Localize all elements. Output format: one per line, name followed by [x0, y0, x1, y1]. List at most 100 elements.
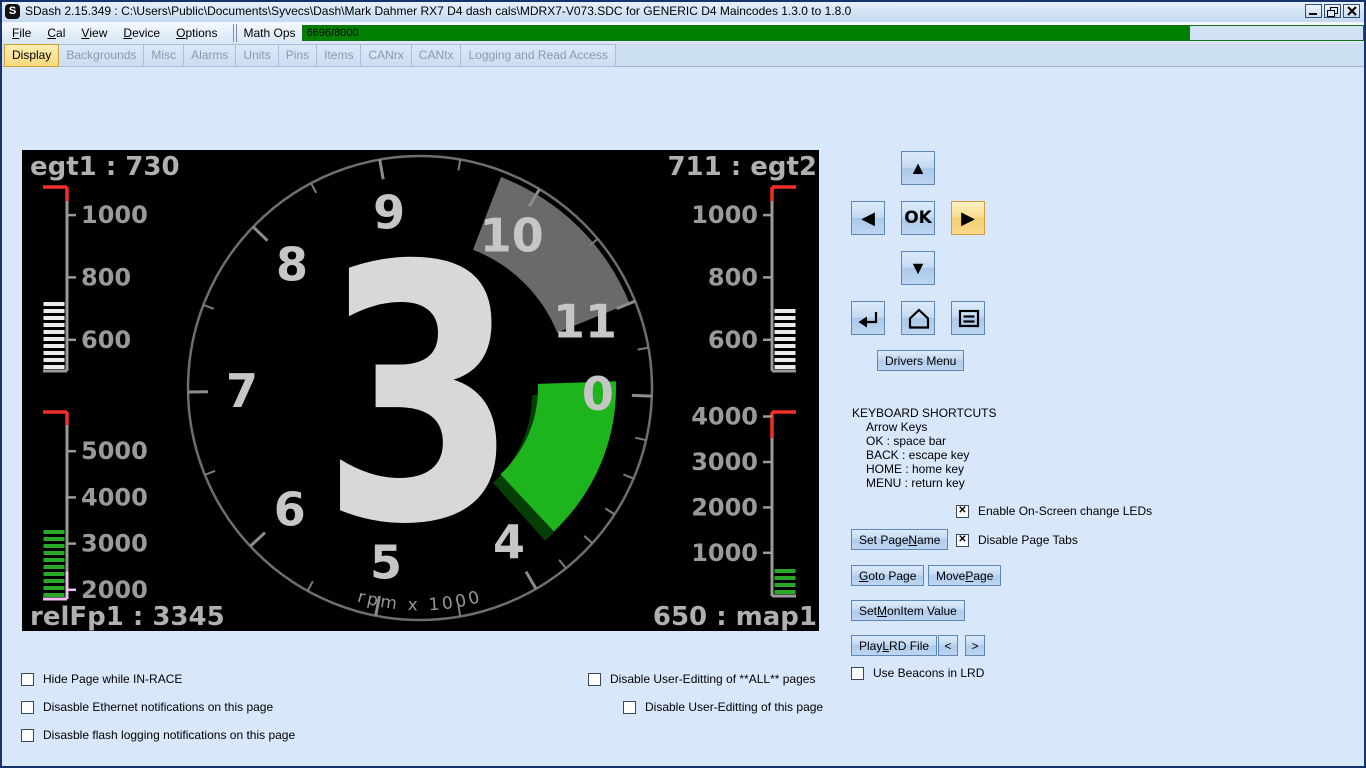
svg-text:3000: 3000 [81, 530, 148, 558]
tab-strip: Display Backgrounds Misc Alarms Units Pi… [0, 44, 1366, 67]
move-page-button[interactable]: Move Page [928, 565, 1001, 586]
nav-home-button[interactable] [901, 301, 935, 335]
nav-back-button[interactable] [851, 301, 885, 335]
left-arrow-icon: ◀ [861, 208, 875, 229]
svg-text:7: 7 [226, 364, 258, 418]
svg-text:3: 3 [321, 192, 519, 602]
svg-text:600: 600 [81, 326, 131, 354]
nav-ok-button[interactable]: OK [901, 201, 935, 235]
lrd-next-button[interactable]: > [965, 635, 985, 656]
menu-options[interactable]: Options [168, 23, 225, 43]
svg-text:600: 600 [708, 326, 758, 354]
down-arrow-icon: ▼ [909, 258, 927, 279]
close-icon [1346, 6, 1358, 16]
math-ops-progress: 6696/8000 [302, 25, 1365, 41]
svg-text:0: 0 [582, 367, 614, 421]
play-lrd-file-button[interactable]: Play LRD File [851, 635, 937, 656]
shortcuts-title: KEYBOARD SHORTCUTS [852, 406, 996, 420]
option-disable-user-editing-all-pages: Disable User-Editting of **ALL** pages [588, 672, 815, 686]
tab-units[interactable]: Units [236, 44, 278, 67]
shortcut-line: Arrow Keys [852, 420, 996, 434]
tab-canrx[interactable]: CANrx [361, 44, 411, 67]
checkbox-disable-user-editing-all-pages[interactable] [588, 673, 601, 686]
drivers-menu-button[interactable]: Drivers Menu [877, 350, 964, 371]
tab-cantx[interactable]: CANtx [412, 44, 462, 67]
minimize-button[interactable] [1305, 4, 1322, 18]
nav-up-button[interactable]: ▲ [901, 151, 935, 185]
checkbox-disable-ethernet-notifications[interactable] [21, 701, 34, 714]
svg-text:11: 11 [553, 294, 617, 348]
svg-text:4000: 4000 [691, 403, 758, 431]
svg-text:1000: 1000 [691, 201, 758, 229]
restore-button[interactable] [1324, 4, 1341, 18]
checkbox-use-beacons-lrd[interactable] [851, 667, 864, 680]
svg-text:3000: 3000 [691, 448, 758, 476]
menu-separator [233, 24, 237, 42]
svg-text:1000: 1000 [691, 539, 758, 567]
app-icon: S [5, 4, 20, 19]
option-disable-user-editing-this-page: Disable User-Editting of this page [623, 700, 823, 714]
tab-logging-read-access[interactable]: Logging and Read Access [461, 44, 615, 67]
option-enable-onscreen-leds: ✕ Enable On-Screen change LEDs [956, 504, 1152, 518]
set-monitem-value-button[interactable]: Set MonItem Value [851, 600, 965, 621]
svg-text:2000: 2000 [81, 576, 148, 604]
option-hide-page-in-race: Hide Page while IN-RACE [21, 672, 182, 686]
checkbox-disable-user-editing-this-page[interactable] [623, 701, 636, 714]
option-disable-ethernet-notifications: Disasble Ethernet notifications on this … [21, 700, 273, 714]
tab-pins[interactable]: Pins [279, 44, 317, 67]
checkbox-disable-flash-logging-notifications[interactable] [21, 729, 34, 742]
home-icon [902, 301, 934, 335]
option-disable-page-tabs: ✕ Disable Page Tabs [956, 533, 1078, 547]
tab-alarms[interactable]: Alarms [184, 44, 236, 67]
svg-text:4000: 4000 [81, 483, 148, 511]
tab-misc[interactable]: Misc [144, 44, 184, 67]
option-label: Enable On-Screen change LEDs [978, 504, 1152, 518]
window-title: SDash 2.15.349 : C:\Users\Public\Documen… [25, 4, 851, 18]
nav-menu-button[interactable] [951, 301, 985, 335]
svg-text:egt1 : 730: egt1 : 730 [30, 152, 180, 182]
svg-text:6: 6 [274, 482, 306, 536]
option-label: Disable User-Editting of this page [645, 700, 823, 714]
checkbox-enable-onscreen-leds[interactable]: ✕ [956, 505, 969, 518]
svg-text:8: 8 [276, 237, 308, 291]
svg-text:800: 800 [708, 263, 758, 291]
minimize-icon [1307, 6, 1320, 16]
option-label: Disasble Ethernet notifications on this … [43, 700, 273, 714]
svg-text:relFp1 : 3345: relFp1 : 3345 [30, 602, 225, 631]
menu-file[interactable]: File [4, 23, 39, 43]
shortcut-line: OK : space bar [852, 434, 996, 448]
shortcut-line: BACK : escape key [852, 448, 996, 462]
lrd-prev-button[interactable]: < [938, 635, 958, 656]
svg-text:2000: 2000 [691, 493, 758, 521]
goto-page-button[interactable]: Goto Page [851, 565, 924, 586]
checkbox-disable-page-tabs[interactable]: ✕ [956, 534, 969, 547]
option-disable-flash-logging-notifications: Disasble flash logging notifications on … [21, 728, 295, 742]
dash-preview[interactable]: 910110456783rpm x 10001000800600egt1 : 7… [22, 150, 819, 631]
math-ops-label: Math Ops [243, 26, 295, 40]
keyboard-shortcuts: KEYBOARD SHORTCUTS Arrow Keys OK : space… [852, 406, 996, 490]
up-arrow-icon: ▲ [909, 158, 927, 179]
set-page-name-button[interactable]: Set Page Name [851, 529, 948, 550]
right-arrow-icon: ▶ [961, 208, 975, 229]
tab-items[interactable]: Items [317, 44, 361, 67]
checkbox-hide-page-in-race[interactable] [21, 673, 34, 686]
restore-icon [1326, 6, 1339, 17]
menu-view[interactable]: View [73, 23, 115, 43]
close-button[interactable] [1343, 4, 1360, 18]
menu-cal[interactable]: Cal [39, 23, 73, 43]
dash-gauge-svg: 910110456783rpm x 10001000800600egt1 : 7… [22, 150, 819, 631]
svg-text:650 : map1: 650 : map1 [653, 602, 817, 631]
nav-down-button[interactable]: ▼ [901, 251, 935, 285]
svg-text:1000: 1000 [81, 201, 148, 229]
option-label: Disable User-Editting of **ALL** pages [610, 672, 815, 686]
tab-backgrounds[interactable]: Backgrounds [59, 44, 144, 67]
menu-lines-icon [952, 301, 984, 335]
nav-left-button[interactable]: ◀ [851, 201, 885, 235]
svg-text:711 : egt2: 711 : egt2 [667, 152, 817, 182]
menu-device[interactable]: Device [115, 23, 168, 43]
tab-display[interactable]: Display [4, 44, 59, 67]
menu-bar: File Cal View Device Options Math Ops 66… [0, 22, 1366, 44]
nav-right-button[interactable]: ▶ [951, 201, 985, 235]
math-ops-progress-fill [303, 26, 1191, 40]
shortcut-line: MENU : return key [852, 476, 996, 490]
